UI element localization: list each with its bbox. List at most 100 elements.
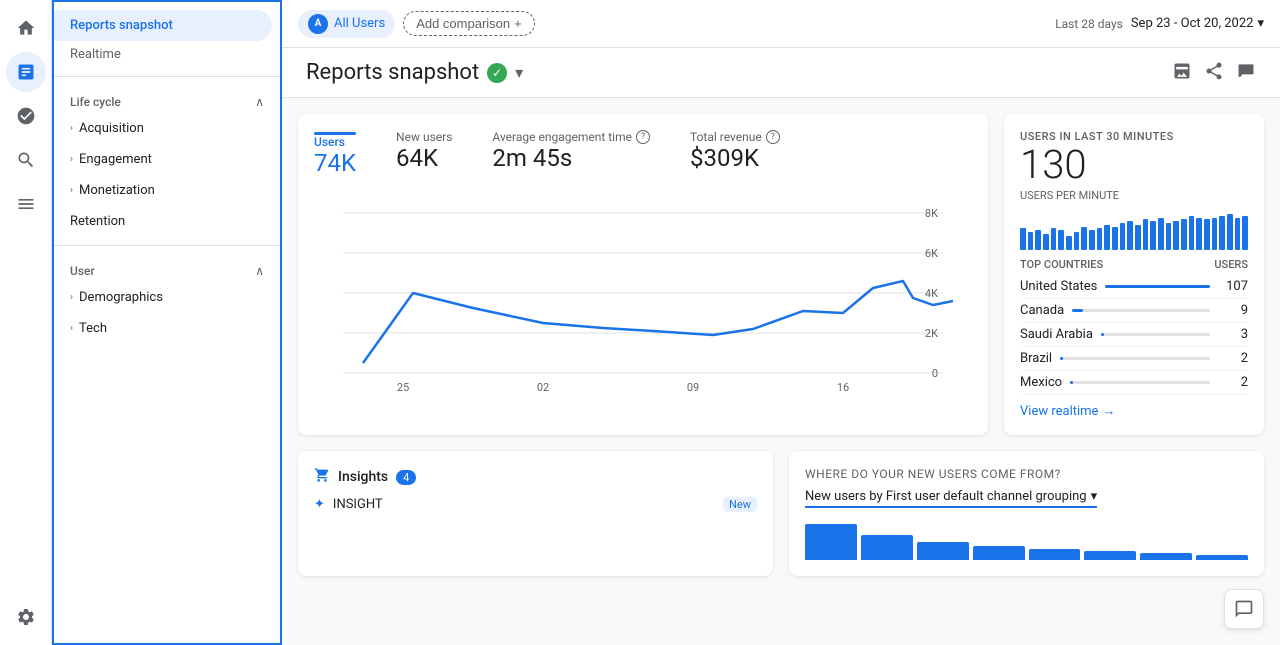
engagement-info-icon[interactable]: ? [636,130,650,144]
line-chart: 8K 6K 4K 2K 0 25 Sep 02 Oct 09 16 [314,193,972,393]
country-count: 9 [1218,303,1248,318]
lifecycle-collapse-icon: ∧ [255,95,264,109]
country-bar [1101,333,1104,336]
realtime-count: 130 [1020,143,1248,187]
metric-engagement-label: Average engagement time ? [492,130,650,144]
home-icon[interactable] [6,8,46,48]
metric-new-users-value: 64K [396,144,452,172]
country-row: Saudi Arabia 3 [1020,323,1248,347]
metric-engagement-value: 2m 45s [492,144,650,172]
sidebar-item-monetization[interactable]: › Monetization [54,175,272,206]
mini-bar [1189,216,1195,250]
view-realtime-link[interactable]: View realtime → [1020,403,1248,419]
source-selector-dropdown[interactable]: New users by First user default channel … [805,489,1097,508]
search-icon[interactable] [6,140,46,180]
mini-bar [1104,225,1110,250]
mini-bar [1058,230,1064,250]
source-bar [1140,553,1192,560]
plus-icon: + [514,16,522,31]
analytics-icon[interactable] [6,52,46,92]
sidebar-item-realtime[interactable]: Realtime [54,41,272,68]
metric-new-users-label: New users [396,130,452,144]
metric-new-users: New users 64K [396,130,452,177]
realtime-label: Realtime [70,47,121,62]
main-content: A All Users Add comparison + Last 28 day… [282,0,1280,645]
demographics-label: Demographics [79,290,163,305]
share-icon[interactable] [1204,61,1224,85]
date-range-selector[interactable]: Sep 23 - Oct 20, 2022 ▾ [1131,16,1264,31]
svg-text:4K: 4K [925,287,938,300]
mini-bar [1212,218,1218,250]
chevron-icon: › [70,292,73,303]
svg-text:0: 0 [932,367,938,380]
settings-icon[interactable] [6,597,46,637]
mini-bar [1127,221,1133,250]
sidebar-item-demographics[interactable]: › Demographics [54,282,272,313]
feedback-button[interactable] [1224,589,1264,629]
sidebar-item-retention[interactable]: Retention [54,206,272,237]
insights-wavy-icon[interactable] [1236,61,1256,85]
lifecycle-label: Life cycle [70,95,121,109]
mini-bar [1089,230,1095,250]
country-count: 107 [1218,279,1248,294]
mini-bar [1158,218,1164,250]
bottom-row: Insights 4 ✦ INSIGHT New WHERE DO YOUR N… [298,451,1264,576]
lifecycle-section-header[interactable]: Life cycle ∧ [54,85,280,113]
mini-bar [1196,218,1202,250]
export-icon[interactable] [1172,61,1192,85]
country-bar-container [1060,357,1210,360]
user-section-header[interactable]: User ∧ [54,254,280,282]
country-bar-container [1105,285,1210,288]
source-bar [1084,551,1136,560]
svg-text:25: 25 [397,381,409,393]
country-bar-container [1101,333,1210,336]
mini-bars-chart [1020,210,1248,250]
country-row: United States 107 [1020,275,1248,299]
insight-row: ✦ INSIGHT New [314,487,757,522]
sidebar-item-engagement[interactable]: › Engagement [54,144,272,175]
mini-bar [1020,228,1026,250]
insights-header: Insights 4 [314,467,757,487]
metrics-row: Users 74K New users 64K Average engageme… [298,114,1264,435]
mini-bar [1173,221,1179,250]
sidebar-item-tech[interactable]: › Tech [54,313,272,344]
mini-bar [1219,216,1225,250]
mini-bar [1112,227,1118,250]
source-bars-chart [805,520,1248,560]
engagement-label: Engagement [79,152,152,167]
mini-bar [1074,232,1080,250]
arrow-icon: → [1102,403,1115,419]
metric-revenue-label: Total revenue ? [690,130,780,144]
user-chip[interactable]: A All Users [298,10,395,38]
mini-bar [1028,232,1034,250]
user-collapse-icon: ∧ [255,264,264,278]
avatar: A [308,14,328,34]
source-card: WHERE DO YOUR NEW USERS COME FROM? New u… [789,451,1264,576]
topbar: A All Users Add comparison + Last 28 day… [282,0,1280,48]
sidebar: Reports snapshot Realtime Life cycle ∧ ›… [52,0,282,645]
source-bar [1029,549,1081,560]
activity-icon[interactable] [6,96,46,136]
mini-bar [1150,221,1156,250]
country-name: Saudi Arabia [1020,327,1093,342]
page-title-dropdown-button[interactable]: ▾ [515,63,523,83]
add-comparison-button[interactable]: Add comparison + [403,11,535,36]
countries-list: United States 107 Canada 9 Saudi Arabia … [1020,275,1248,395]
revenue-info-icon[interactable]: ? [766,130,780,144]
country-name: Canada [1020,303,1064,318]
metric-revenue: Total revenue ? $309K [690,130,780,177]
country-row: Canada 9 [1020,299,1248,323]
reports-icon[interactable] [6,184,46,224]
sidebar-item-acquisition[interactable]: › Acquisition [54,113,272,144]
country-bar [1072,309,1083,312]
new-badge: New [723,497,757,512]
verified-icon: ✓ [487,63,507,83]
mini-bar [1242,216,1248,250]
sidebar-item-reports-snapshot[interactable]: Reports snapshot [54,10,272,41]
page-header-actions [1172,61,1256,85]
realtime-sublabel: USERS PER MINUTE [1020,189,1248,202]
all-users-label: All Users [334,16,385,31]
source-dropdown-icon: ▾ [1091,489,1098,504]
view-realtime-label: View realtime [1020,404,1098,419]
tech-label: Tech [79,321,107,336]
